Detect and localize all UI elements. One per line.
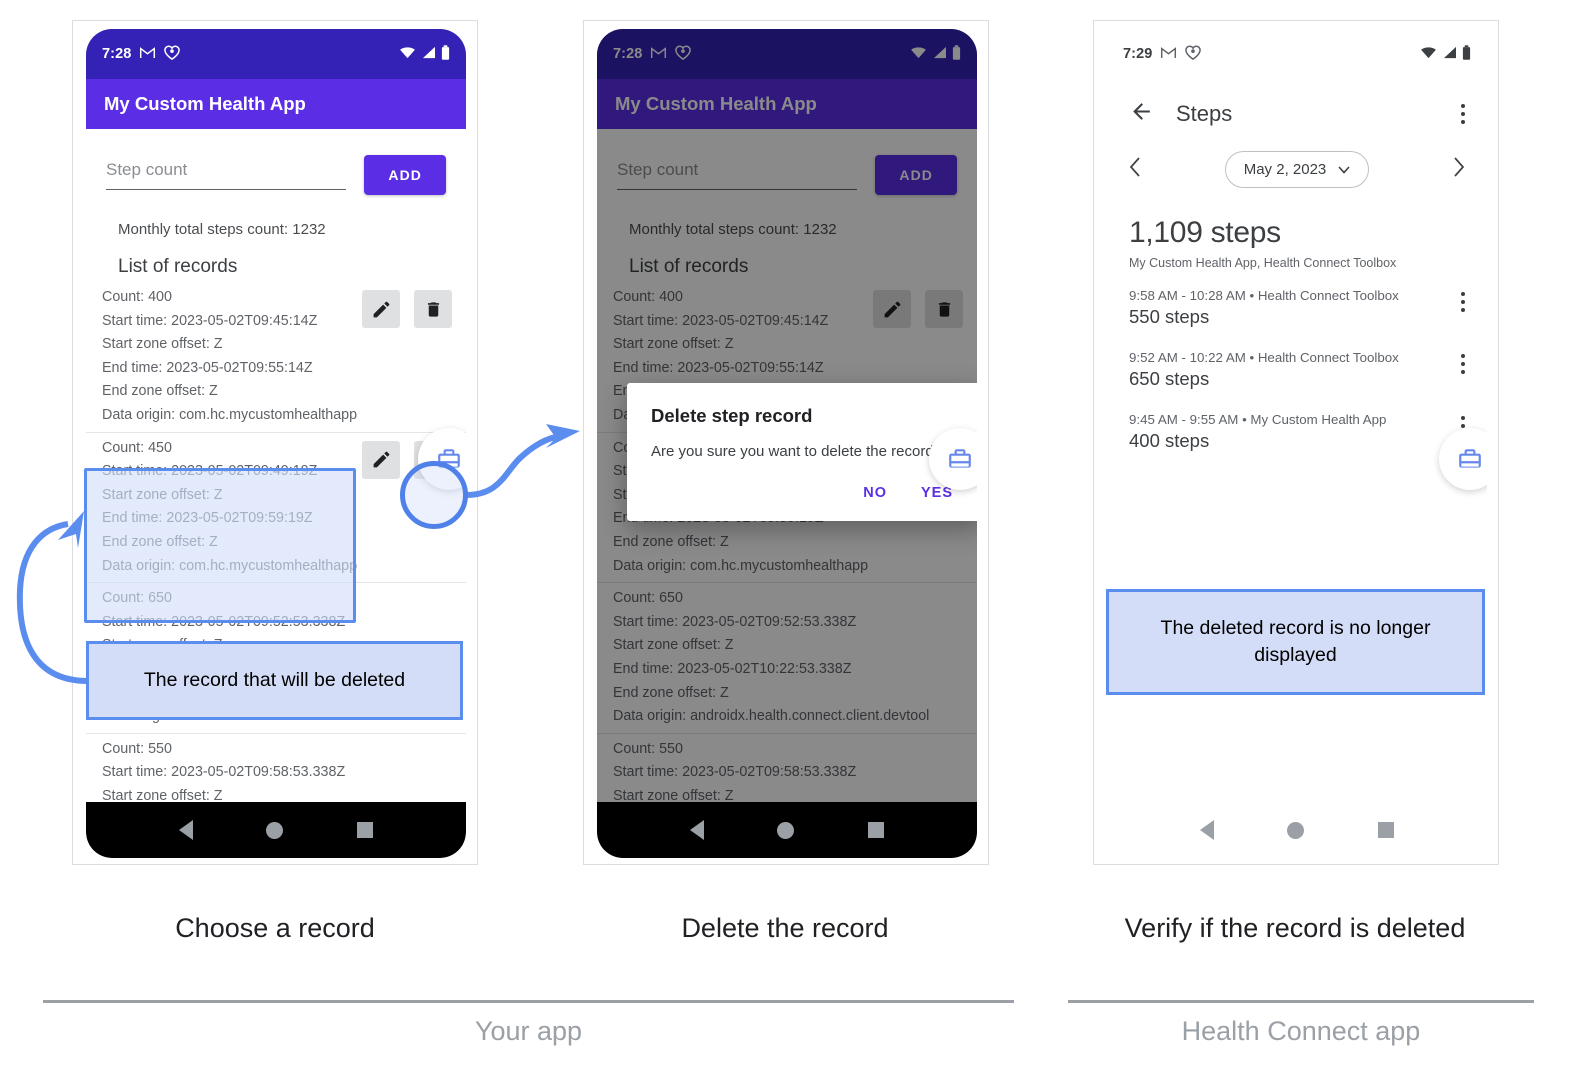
entry-meta: 9:52 AM - 10:22 AM • Health Connect Tool…: [1129, 350, 1399, 365]
dialog-no-button[interactable]: NO: [863, 485, 887, 501]
caption-step-2: Delete the record: [681, 913, 889, 943]
battery-icon: [441, 44, 450, 64]
record-start-zone: Start zone offset: Z: [102, 336, 223, 353]
arrow-curve-right: [465, 433, 561, 498]
gmail-icon: [139, 45, 156, 63]
callout-record-to-delete: The record that will be deleted: [86, 641, 463, 720]
daily-total-value: 1,109 steps: [1129, 216, 1281, 249]
phone2-screen: 7:28 My Custom Health App Step count ADD…: [597, 29, 977, 858]
status-time: 7:29: [1123, 46, 1153, 62]
previous-day-icon[interactable]: [1129, 157, 1141, 182]
record-end-zone: End zone offset: Z: [102, 383, 218, 400]
record-end-time: End time: 2023-05-02T09:55:14Z: [102, 359, 313, 376]
chevron-down-icon: [1338, 161, 1350, 178]
delete-record-button[interactable]: [414, 290, 452, 328]
entry-value: 550 steps: [1129, 306, 1210, 327]
selected-record-highlight: [84, 468, 356, 623]
gmail-icon: [1160, 45, 1177, 63]
wifi-icon: [399, 46, 416, 63]
overflow-menu-icon[interactable]: [1461, 104, 1465, 124]
group-divider-left: [43, 1000, 1014, 1003]
entry-value: 400 steps: [1129, 430, 1210, 451]
group-label-your-app: Your app: [474, 1016, 583, 1046]
step-count-placeholder: Step count: [106, 160, 188, 179]
callout-record-removed: The deleted record is no longer displaye…: [1106, 589, 1485, 695]
date-picker-dropdown[interactable]: May 2, 2023: [1224, 151, 1370, 188]
system-nav-bar: [1107, 802, 1487, 858]
group-divider-right: [1068, 1000, 1534, 1003]
tutorial-figure: 7:28 My Custom Health App Step count ADD…: [0, 0, 1578, 1088]
group-label-health-connect: Health Connect app: [1181, 1016, 1421, 1046]
edit-record-button[interactable]: [362, 440, 400, 479]
app-bar: My Custom Health App: [86, 79, 466, 129]
health-icon: [164, 44, 181, 64]
entry-value: 650 steps: [1129, 368, 1210, 389]
wifi-icon: [1420, 46, 1437, 63]
nav-recents-icon[interactable]: [1378, 822, 1395, 838]
status-bar: 7:28: [86, 29, 466, 79]
phone-screenshot-delete-record: 7:28 My Custom Health App Step count ADD…: [583, 20, 989, 865]
phone3-screen: 7:29 Steps May 2, 2023 1,109 steps My Cu…: [1107, 29, 1487, 858]
table-row: Count: 400 Start time: 2023-05-02T09:45:…: [86, 282, 466, 433]
dialog-actions: NO YES: [651, 463, 959, 511]
list-item[interactable]: 9:52 AM - 10:22 AM • Health Connect Tool…: [1107, 332, 1487, 394]
record-origin: Data origin: com.hc.mycustomhealthapp: [102, 406, 358, 423]
monthly-total-label: Monthly total steps count: 1232: [118, 221, 326, 238]
signal-icon: [1442, 46, 1457, 63]
nav-home-icon[interactable]: [266, 821, 284, 839]
dialog-title: Delete step record: [651, 405, 813, 426]
dialog-message: Are you sure you want to delete the reco…: [651, 443, 943, 460]
nav-back-icon[interactable]: [689, 820, 704, 840]
arrow-head-right: [546, 424, 580, 448]
signal-icon: [421, 46, 436, 63]
nav-recents-icon[interactable]: [868, 822, 885, 838]
entry-meta: 9:58 AM - 10:28 AM • Health Connect Tool…: [1129, 288, 1399, 303]
caption-step-3: Verify if the record is deleted: [1124, 913, 1466, 943]
system-nav-bar: [86, 802, 466, 858]
nav-back-icon[interactable]: [178, 820, 193, 840]
back-arrow-icon[interactable]: [1129, 99, 1154, 129]
battery-icon: [1462, 44, 1471, 64]
list-of-records-header: List of records: [118, 256, 238, 277]
toolbox-icon: [1459, 449, 1481, 468]
record-count: Count: 550: [102, 740, 172, 757]
record-actions: [362, 290, 452, 328]
entry-overflow-menu-icon[interactable]: [1461, 292, 1465, 312]
record-start-time: Start time: 2023-05-02T09:58:53.338Z: [102, 764, 346, 781]
nav-home-icon[interactable]: [777, 821, 795, 839]
top-app-bar: Steps: [1107, 79, 1487, 141]
app-title: My Custom Health App: [104, 93, 306, 114]
daily-total: 1,109 steps My Custom Health App, Health…: [1107, 188, 1487, 270]
entry-meta: 9:45 AM - 9:55 AM • My Custom Health App: [1129, 412, 1387, 427]
edit-record-button[interactable]: [362, 290, 400, 328]
daily-total-sources: My Custom Health App, Health Connect Too…: [1129, 256, 1397, 270]
date-navigator: May 2, 2023: [1107, 141, 1487, 188]
list-item[interactable]: 9:58 AM - 10:28 AM • Health Connect Tool…: [1107, 270, 1487, 332]
phone-screenshot-choose-record: 7:28 My Custom Health App Step count ADD…: [72, 20, 478, 865]
system-nav-bar: [597, 802, 977, 858]
health-icon: [1185, 44, 1202, 64]
status-bar: 7:29: [1107, 29, 1487, 79]
step-count-input[interactable]: Step count: [106, 160, 347, 190]
caption-step-1: Choose a record: [175, 913, 375, 943]
toolbox-fab[interactable]: [1439, 428, 1487, 490]
delete-confirmation-dialog: Delete step record Are you sure you want…: [627, 383, 977, 521]
next-day-icon[interactable]: [1453, 157, 1465, 182]
list-item[interactable]: 9:45 AM - 9:55 AM • My Custom Health App…: [1107, 394, 1487, 456]
phone1-screen: 7:28 My Custom Health App Step count ADD…: [86, 29, 466, 858]
nav-home-icon[interactable]: [1287, 821, 1305, 839]
entry-overflow-menu-icon[interactable]: [1461, 354, 1465, 374]
add-button[interactable]: ADD: [364, 155, 446, 195]
delete-button-ring-highlight: [400, 461, 468, 529]
step-entry-row: Step count ADD: [86, 129, 466, 203]
nav-recents-icon[interactable]: [357, 822, 374, 838]
toolbox-icon: [949, 449, 971, 468]
phone-screenshot-verify-deleted: 7:29 Steps May 2, 2023 1,109 steps My Cu…: [1093, 20, 1499, 865]
date-picker-value: May 2, 2023: [1243, 161, 1327, 178]
page-title: Steps: [1176, 101, 1233, 126]
nav-back-icon[interactable]: [1199, 820, 1214, 840]
status-time: 7:28: [102, 46, 132, 62]
